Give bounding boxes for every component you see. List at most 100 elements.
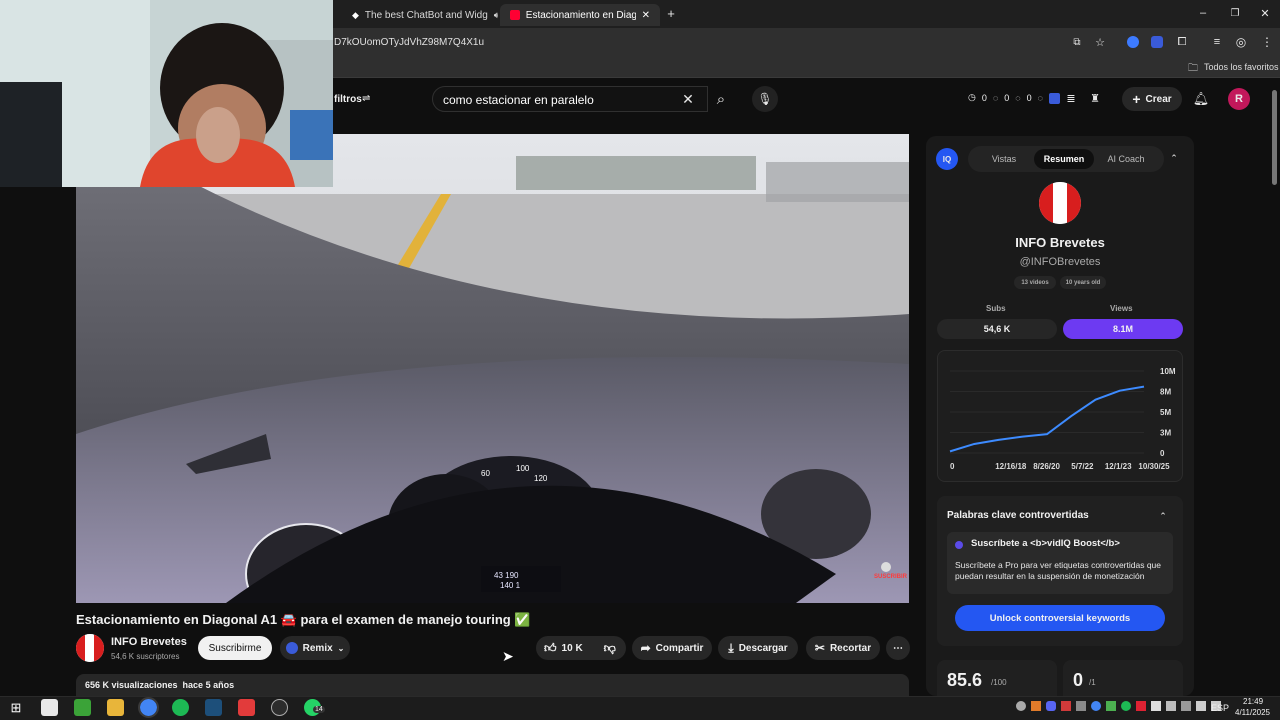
file-explorer-icon[interactable]: [107, 699, 124, 716]
share-label: Compartir: [655, 642, 704, 654]
channel-subscribers: 54,6 K suscriptores: [111, 652, 180, 661]
tab-video[interactable]: Estacionamiento en Diagonal A ✕: [500, 4, 660, 26]
vidiq-channel-name: INFO Brevetes: [1015, 235, 1105, 250]
filters-icon[interactable]: ⇌: [362, 93, 370, 104]
search-input[interactable]: como estacionar en paralelo: [432, 86, 708, 112]
subscribe-button[interactable]: Suscribirme: [198, 636, 272, 660]
tab-vistas[interactable]: Vistas: [974, 149, 1034, 169]
share-button[interactable]: ➦ Compartir: [632, 636, 712, 660]
install-app-icon[interactable]: ⧉: [1070, 35, 1084, 49]
views-value[interactable]: 8.1M: [1063, 319, 1183, 339]
dislike-icon[interactable]: 👎︎: [604, 641, 616, 656]
spotify-icon[interactable]: [172, 699, 189, 716]
tray-icon[interactable]: [1136, 701, 1146, 711]
microphone-icon[interactable]: [1151, 701, 1161, 711]
tab-ai-coach[interactable]: AI Coach: [1096, 149, 1156, 169]
tray-icon[interactable]: [1166, 701, 1176, 711]
app-icon[interactable]: [205, 699, 222, 716]
tray-icon[interactable]: [1181, 701, 1191, 711]
speedo-tick: 100: [516, 464, 530, 473]
counter: 0: [1004, 92, 1010, 103]
chart-x-tick: 10/30/25: [1138, 462, 1170, 471]
network-icon[interactable]: [1196, 701, 1206, 711]
vidiq-icon[interactable]: [1049, 93, 1060, 104]
tab-close-icon[interactable]: ✕: [642, 10, 650, 21]
tray-icon[interactable]: [1016, 701, 1026, 711]
url-text[interactable]: D7kOUomOTyJdVhZ98M7Q4X1u: [334, 37, 484, 48]
webcam-overlay: [0, 0, 333, 187]
tray-icon[interactable]: [1061, 701, 1071, 711]
like-count[interactable]: 10 K: [562, 643, 583, 654]
clear-search-icon[interactable]: ✕: [680, 91, 696, 107]
app-icon[interactable]: [238, 699, 255, 716]
like-icon[interactable]: 👍︎: [544, 641, 557, 656]
extension-icon[interactable]: [1127, 36, 1139, 48]
plus-icon: +: [1132, 91, 1141, 107]
tray-icon[interactable]: [1106, 701, 1116, 711]
minimize-icon[interactable]: –: [1196, 6, 1210, 20]
views-series-line: [949, 385, 1145, 453]
tab-title: The best ChatBot and Widg: [364, 9, 488, 21]
menu-kebab-icon[interactable]: ⋮: [1260, 35, 1274, 49]
channel-name[interactable]: INFO Brevetes: [111, 636, 187, 648]
chrome-icon[interactable]: [138, 697, 159, 718]
new-tab-icon[interactable]: +: [664, 6, 678, 21]
trophy-icon[interactable]: ♜: [1088, 91, 1102, 105]
boost-text: Suscríbete a Pro para ver etiquetas cont…: [955, 560, 1162, 581]
page-scrollbar[interactable]: [1272, 90, 1277, 185]
download-button[interactable]: ⤓ Descargar: [718, 636, 798, 660]
filters-label[interactable]: filtros: [334, 94, 362, 105]
bookmark-star-icon[interactable]: ☆: [1093, 35, 1107, 49]
notion-icon[interactable]: [41, 699, 58, 716]
search-icon[interactable]: ⌕: [708, 86, 734, 112]
description-box[interactable]: 656 K visualizaciones hace 5 años: [76, 674, 909, 696]
tab-chatbot[interactable]: ◆ The best ChatBot and Widg 🔊︎ ✕: [342, 4, 498, 26]
clock-date[interactable]: 4/11/2025: [1235, 708, 1270, 717]
obs-icon[interactable]: [271, 699, 288, 716]
language-indicator[interactable]: ESP: [1211, 703, 1229, 713]
spotify-tray-icon[interactable]: [1121, 701, 1131, 711]
discord-icon[interactable]: [1046, 701, 1056, 711]
voice-search-icon[interactable]: 🎙︎: [752, 86, 778, 112]
close-window-icon[interactable]: ✕: [1258, 6, 1272, 20]
subs-value[interactable]: 54,6 K: [937, 319, 1057, 339]
chrome-tray-icon[interactable]: [1091, 701, 1101, 711]
unlock-keywords-button[interactable]: Unlock controversial keywords: [955, 605, 1165, 631]
tray-icon[interactable]: [1076, 701, 1086, 711]
channel-avatar[interactable]: [76, 634, 104, 662]
counter: 0: [1026, 92, 1032, 103]
vidiq-channel-handle: @INFOBrevetes: [1019, 256, 1101, 268]
boost-upsell: Suscríbete a <b>vidIQ Boost</b> Suscríbe…: [947, 532, 1173, 594]
more-actions-icon[interactable]: ⋯: [886, 636, 910, 660]
video-player[interactable]: 60 100 120 43 190 140 1 SUSCRIBIR: [76, 134, 909, 603]
notifications-bell-icon[interactable]: 🔔︎: [1192, 90, 1210, 108]
youtube-favicon-icon: [510, 10, 520, 20]
keywords-collapse-icon[interactable]: ⌃: [1157, 510, 1169, 522]
minecraft-icon[interactable]: [74, 699, 91, 716]
tray-icon[interactable]: [1031, 701, 1041, 711]
tab-resumen[interactable]: Resumen: [1034, 149, 1094, 169]
extensions-puzzle-icon[interactable]: ⧠: [1175, 35, 1189, 49]
avatar[interactable]: R: [1228, 88, 1250, 110]
views-label: Views: [1110, 304, 1133, 313]
video-title: Estacionamiento en Diagonal A1 🚘 para el…: [76, 612, 531, 627]
restore-icon[interactable]: ❐: [1228, 6, 1242, 20]
folder-icon[interactable]: 🗀: [1188, 61, 1198, 78]
media-control-icon[interactable]: ≡: [1210, 35, 1224, 49]
clip-button[interactable]: ✂ Recortar: [806, 636, 880, 660]
list-icon[interactable]: ≣: [1064, 91, 1078, 105]
remix-button[interactable]: Remix ⌄: [280, 636, 350, 660]
webcam-frame: [0, 0, 333, 187]
subscribe-watermark[interactable]: SUSCRIBIR: [874, 574, 907, 580]
vidiq-extension-icon[interactable]: [1151, 36, 1163, 48]
profile-icon[interactable]: ◎: [1234, 35, 1248, 49]
windows-start-icon[interactable]: ⊞: [8, 700, 24, 716]
create-button[interactable]: + Crear: [1122, 87, 1182, 111]
all-bookmarks-link[interactable]: Todos los favoritos: [1204, 62, 1279, 72]
speaker-icon[interactable]: 🔊︎: [494, 10, 498, 21]
clock-time[interactable]: 21:49: [1243, 697, 1263, 706]
collapse-chevron-icon[interactable]: ⌃: [1168, 152, 1180, 164]
system-tray: [1016, 701, 1221, 711]
share-icon: ➦: [640, 641, 651, 655]
chart-x-tick: 0: [950, 462, 955, 471]
